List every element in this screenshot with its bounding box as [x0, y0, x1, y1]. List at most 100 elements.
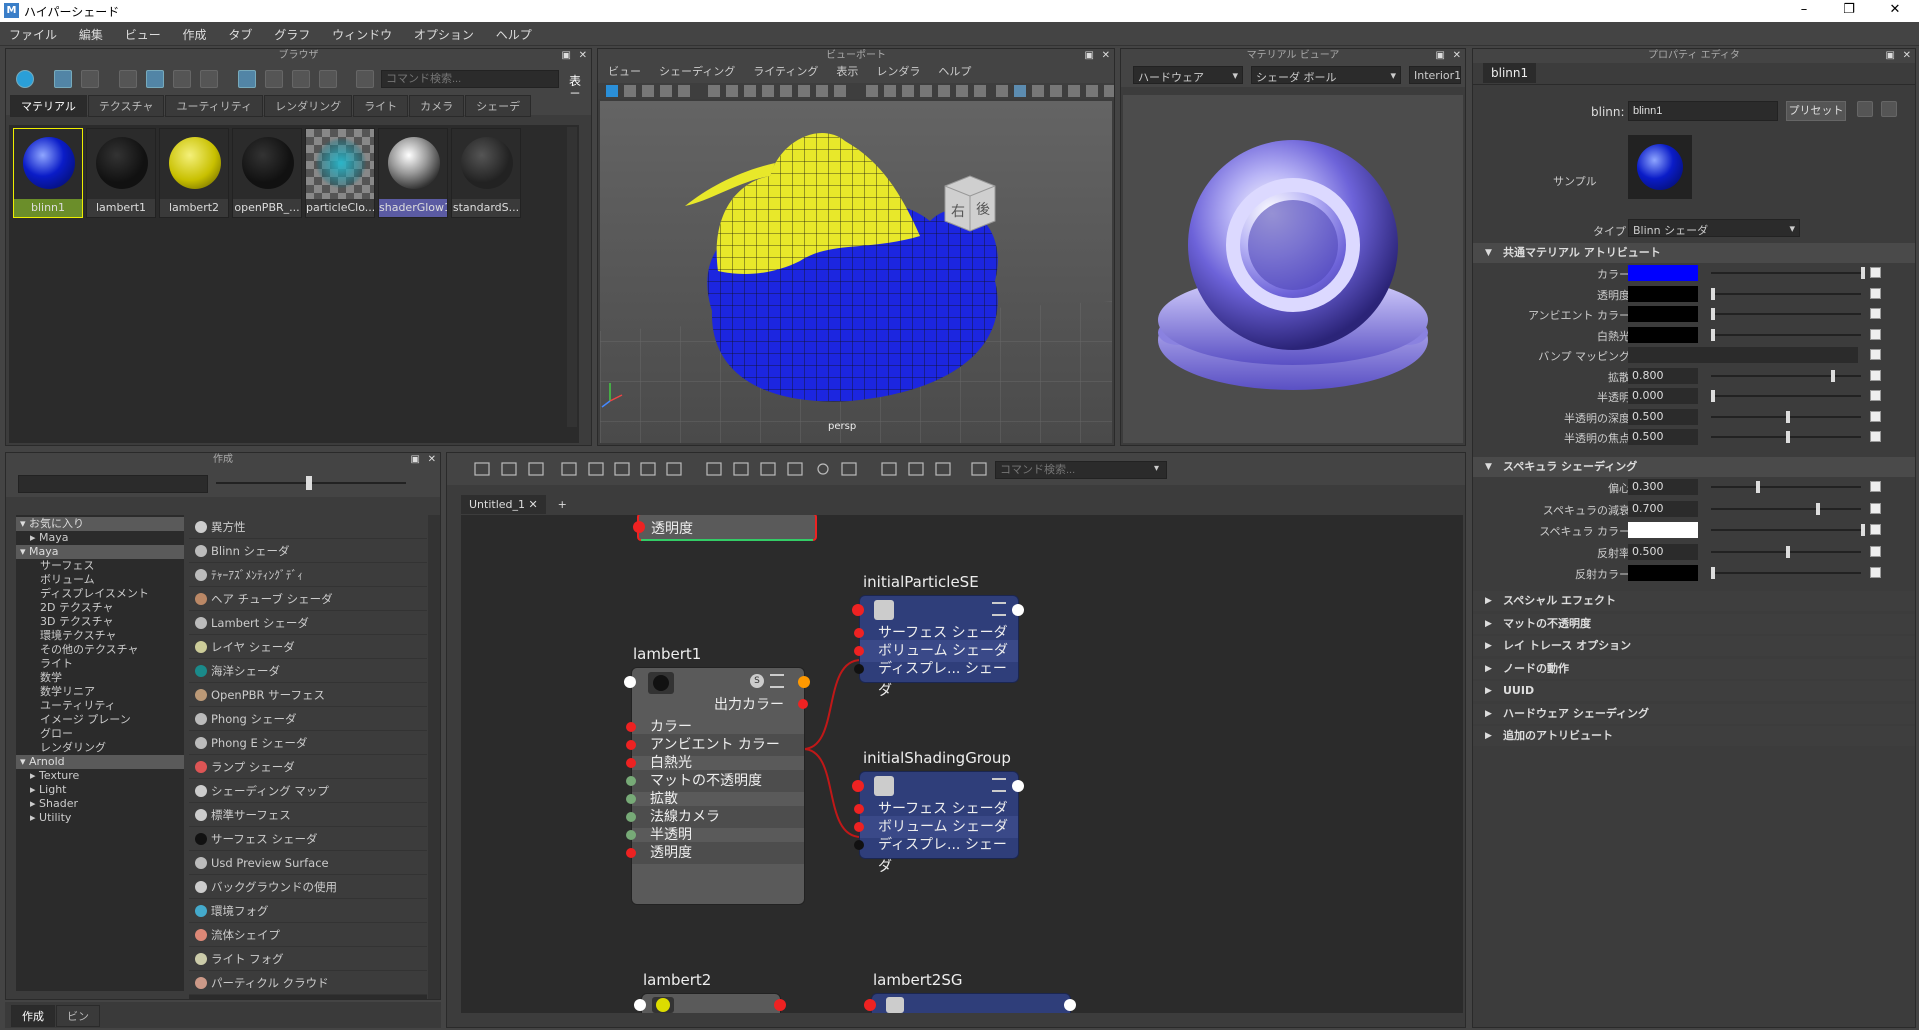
node-list-item[interactable]: 異方性: [189, 515, 427, 539]
tree-item[interactable]: 数学: [16, 671, 184, 685]
preset-button[interactable]: プリセット: [1786, 101, 1846, 121]
output-port[interactable]: [1012, 604, 1024, 616]
swatch-particlecloud[interactable]: particleClo...: [305, 128, 375, 218]
type-select[interactable]: Blinn シェーダ ▾: [1628, 219, 1800, 237]
swatch-blinn1[interactable]: blinn1: [13, 128, 83, 218]
node-lambert2[interactable]: [634, 993, 786, 1013]
swatch-lambert2[interactable]: lambert2: [159, 128, 229, 218]
attr-value-field[interactable]: [1628, 522, 1698, 538]
attr-input-port[interactable]: [626, 848, 636, 858]
tree-item[interactable]: ディスプレイスメント: [16, 587, 184, 601]
sort-type-icon[interactable]: [265, 70, 283, 88]
icon-view-icon[interactable]: [54, 70, 72, 88]
slider-knob[interactable]: [1711, 328, 1715, 341]
map-button-icon[interactable]: [1870, 267, 1881, 278]
tree-item[interactable]: ライト: [16, 657, 184, 671]
tree-item[interactable]: 数学リニア: [16, 685, 184, 699]
swatch-standardsurface[interactable]: standardS...: [451, 128, 521, 218]
close-panel-icon[interactable]: ✕: [1453, 49, 1461, 63]
menu-tabs[interactable]: タブ: [219, 22, 261, 43]
input-port[interactable]: [634, 999, 646, 1011]
attr-slider[interactable]: [1711, 486, 1861, 488]
close-button[interactable]: ✕: [1880, 2, 1910, 17]
attr-slider[interactable]: [1711, 313, 1861, 315]
output-port[interactable]: [774, 999, 786, 1011]
map-button-icon[interactable]: [1870, 431, 1881, 442]
attr-input-port[interactable]: [854, 822, 864, 832]
slider-knob[interactable]: [1861, 524, 1865, 536]
collapsed-section[interactable]: ▶ 追加のアトリビュート: [1473, 726, 1915, 746]
tab-rendering[interactable]: レンダリング: [264, 95, 353, 117]
vp-menu-view[interactable]: ビュー: [608, 65, 641, 78]
collapsed-section[interactable]: ▶ ハードウェア シェーディング: [1473, 703, 1915, 724]
tab-utilities[interactable]: ユーティリティ: [165, 95, 264, 117]
tab-lights[interactable]: ライト: [353, 95, 409, 117]
node-list-item[interactable]: 環境フォグ: [189, 899, 427, 923]
tree-item[interactable]: 環境テクスチャ: [16, 629, 184, 643]
node-list-item[interactable]: バックグラウンドの使用: [189, 875, 427, 899]
output-port[interactable]: [798, 676, 810, 688]
map-button-icon[interactable]: [1870, 369, 1881, 381]
float-icon[interactable]: ▣: [1085, 49, 1094, 63]
attr-slider[interactable]: [1711, 292, 1861, 295]
slider-knob[interactable]: [1816, 502, 1820, 515]
env-select[interactable]: Interior1: [1409, 66, 1461, 84]
float-icon[interactable]: ▣: [1886, 49, 1895, 63]
node-list-item[interactable]: 流体シェイプ: [189, 923, 427, 947]
node-search-input[interactable]: [995, 461, 1167, 479]
close-panel-icon[interactable]: ✕: [1102, 49, 1110, 63]
tab-shading[interactable]: シェーデ: [465, 95, 532, 117]
swatch-lambert1[interactable]: lambert1: [86, 128, 156, 218]
node-list-item[interactable]: Blinn シェーダ: [189, 539, 427, 563]
node-lambert2sg[interactable]: [864, 993, 1076, 1013]
slider-knob[interactable]: [1711, 567, 1715, 579]
attr-value-field[interactable]: [1628, 306, 1698, 322]
browser-search-input[interactable]: [381, 70, 559, 88]
tree-item[interactable]: 2D テクスチャ: [16, 601, 184, 615]
tree-item[interactable]: 3D テクスチャ: [16, 615, 184, 629]
menu-window[interactable]: ウィンドウ: [323, 22, 401, 43]
menu-lines-icon[interactable]: [992, 602, 1006, 616]
vp-menu-help[interactable]: ヘルプ: [938, 65, 971, 78]
tree-item[interactable]: ▸ Shader: [16, 797, 184, 811]
filter-icon[interactable]: [356, 70, 374, 88]
swatch-openpbr[interactable]: openPBR_...: [232, 128, 302, 218]
section-specular[interactable]: ▼ スペキュラ シェーディング: [1473, 457, 1915, 477]
list-view-icon[interactable]: [81, 70, 99, 88]
attr-value-field[interactable]: [1628, 347, 1858, 363]
map-button-icon[interactable]: [1870, 390, 1881, 401]
node-list-item[interactable]: Phong シェーダ: [189, 707, 427, 731]
sort-time-icon[interactable]: [292, 70, 310, 88]
node-initialparticlese[interactable]: サーフェス シェーダ ボリューム シェーダ ディスプレ... シェーダ: [852, 595, 1024, 699]
tab-untitled[interactable]: Untitled_1 ✕: [461, 495, 546, 514]
attr-value-field[interactable]: 0.000: [1628, 388, 1698, 404]
menu-create[interactable]: 作成: [174, 22, 216, 43]
map-button-icon[interactable]: [1870, 524, 1881, 535]
large-swatch-icon[interactable]: [173, 70, 191, 88]
medium-swatch-icon[interactable]: [146, 70, 164, 88]
slider-knob[interactable]: [1711, 308, 1715, 320]
attr-input-port[interactable]: [626, 740, 636, 750]
sort-name-icon[interactable]: [238, 70, 256, 88]
node-list-item[interactable]: Lambert シェーダ: [189, 611, 427, 635]
tree-item[interactable]: グロー: [16, 727, 184, 741]
material-name-input[interactable]: [1628, 101, 1778, 121]
tree-item[interactable]: ▾ お気に入り: [16, 517, 184, 531]
menu-help[interactable]: ヘルプ: [487, 22, 541, 43]
attr-slider[interactable]: [1711, 572, 1861, 574]
slider-knob[interactable]: [1786, 410, 1790, 423]
menu-lines-icon[interactable]: [770, 674, 784, 688]
vp-menu-show[interactable]: 表示: [836, 65, 858, 78]
tree-item[interactable]: ▸ Utility: [16, 811, 184, 825]
maximize-button[interactable]: ❐: [1834, 2, 1864, 17]
map-button-icon[interactable]: [1870, 328, 1881, 340]
browser-scrollbar[interactable]: [567, 127, 577, 427]
attr-input-port[interactable]: [854, 628, 864, 638]
attr-slider[interactable]: [1711, 333, 1861, 336]
node-list-item[interactable]: OpenPBR サーフェス: [189, 683, 427, 707]
float-icon[interactable]: ▣: [562, 49, 571, 63]
tab-create[interactable]: 作成: [11, 1005, 55, 1027]
minimize-button[interactable]: –: [1789, 2, 1819, 17]
map-button-icon[interactable]: [1870, 287, 1881, 299]
node-graph-canvas[interactable]: 透明度 lambert1 S 出力カラー カラー アンビエント カラー 白熱光 マット…: [461, 515, 1463, 1013]
